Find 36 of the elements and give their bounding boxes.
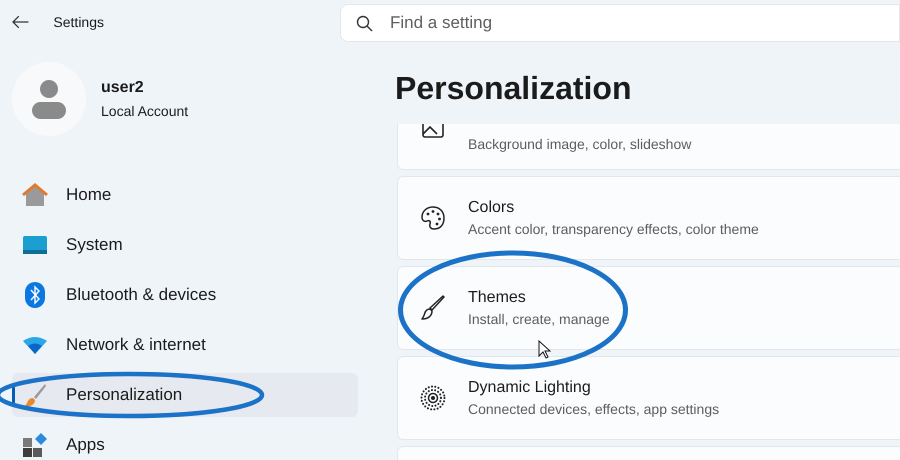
settings-card[interactable]: Themes Install, create, manage xyxy=(397,266,900,350)
search-icon xyxy=(356,14,373,32)
back-arrow-icon[interactable] xyxy=(12,15,30,29)
account-type: Local Account xyxy=(101,102,188,121)
picture-icon xyxy=(422,124,444,138)
bluetooth-icon xyxy=(25,282,45,308)
page-title: Personalization xyxy=(395,69,632,108)
search-field[interactable]: Find a setting xyxy=(340,4,900,42)
selection-indicator xyxy=(12,384,15,406)
paintbrush-icon xyxy=(23,383,47,407)
settings-card[interactable]: Background image, color, slideshow xyxy=(397,124,900,170)
paintbrush-icon xyxy=(420,295,446,321)
nav-item[interactable]: System xyxy=(12,223,358,267)
monitor-icon xyxy=(23,236,47,254)
window-title: Settings xyxy=(53,12,106,32)
card-description: Background image, color, slideshow xyxy=(468,135,692,154)
card-description: Accent color, transparency effects, color theme xyxy=(468,220,759,239)
card-title: Themes xyxy=(468,288,527,308)
person-icon xyxy=(31,79,67,119)
sun-icon xyxy=(420,385,446,411)
nav-item[interactable]: Network & internet xyxy=(12,323,358,367)
card-title: Colors xyxy=(468,198,516,218)
card-description: Connected devices, effects, app settings xyxy=(468,400,720,419)
nav-item[interactable]: Home xyxy=(12,173,358,217)
card-title: Dynamic Lighting xyxy=(468,378,592,398)
wifi-icon xyxy=(23,336,47,354)
mouse-pointer-icon xyxy=(538,340,551,359)
nav-item[interactable]: Apps xyxy=(12,423,358,460)
nav-item[interactable]: Bluetooth & devices xyxy=(12,273,358,317)
house-icon xyxy=(22,183,48,207)
account-name: user2 xyxy=(101,78,145,98)
palette-icon xyxy=(420,205,446,231)
card-description: Install, create, manage xyxy=(468,310,610,329)
apps-icon xyxy=(23,433,47,457)
settings-card[interactable]: Dynamic Lighting Connected devices, effects, app settings xyxy=(397,356,900,440)
settings-card[interactable]: Colors Accent color, transparency effects, color theme xyxy=(397,176,900,260)
